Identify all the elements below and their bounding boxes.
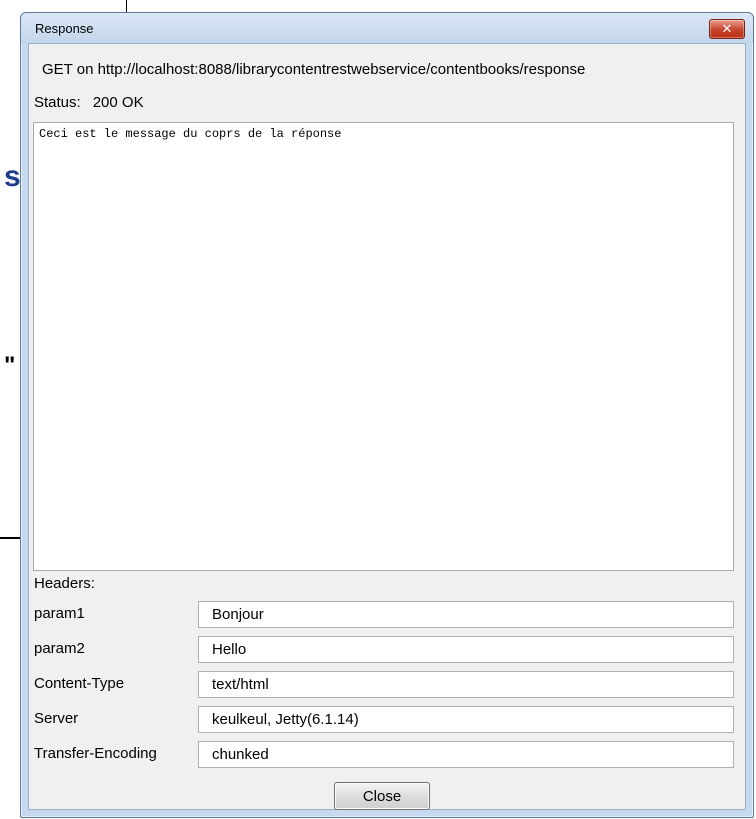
request-line: GET on http://localhost:8088/librarycont… xyxy=(42,61,586,78)
header-name: Content-Type xyxy=(34,675,125,692)
background-quote-fragment: " xyxy=(4,352,16,379)
background-divider-top xyxy=(126,0,127,12)
header-value-field[interactable]: text/html xyxy=(198,671,734,698)
header-value-field[interactable]: Bonjour xyxy=(198,601,734,628)
dialog-client-area: GET on http://localhost:8088/librarycont… xyxy=(28,43,746,810)
status-value: 200 OK xyxy=(92,94,144,111)
header-row-server: Server keulkeul, Jetty(6.1.14) xyxy=(34,706,734,734)
header-row-param2: param2 Hello xyxy=(34,636,734,664)
header-row-content-type: Content-Type text/html xyxy=(34,671,734,699)
title-bar[interactable]: Response ✕ xyxy=(21,13,753,43)
response-body-textarea[interactable]: Ceci est le message du coprs de la répon… xyxy=(33,122,734,571)
headers-label: Headers: xyxy=(34,575,95,592)
header-value-field[interactable]: chunked xyxy=(198,741,734,768)
header-name: param2 xyxy=(34,640,85,657)
header-value-field[interactable]: keulkeul, Jetty(6.1.14) xyxy=(198,706,734,733)
header-row-param1: param1 Bonjour xyxy=(34,601,734,629)
close-icon[interactable]: ✕ xyxy=(709,19,745,39)
header-name: param1 xyxy=(34,605,85,622)
window-title: Response xyxy=(35,21,94,36)
header-name: Server xyxy=(34,710,79,727)
close-button[interactable]: Close xyxy=(334,782,430,810)
header-value-field[interactable]: Hello xyxy=(198,636,734,663)
header-name: Transfer-Encoding xyxy=(34,745,157,762)
status-label: Status: xyxy=(34,94,81,111)
header-row-transfer-encoding: Transfer-Encoding chunked xyxy=(34,741,734,769)
background-text-fragment: s xyxy=(4,160,21,193)
response-dialog: Response ✕ GET on http://localhost:8088/… xyxy=(20,12,754,818)
status-row: Status: 200 OK xyxy=(34,94,156,111)
